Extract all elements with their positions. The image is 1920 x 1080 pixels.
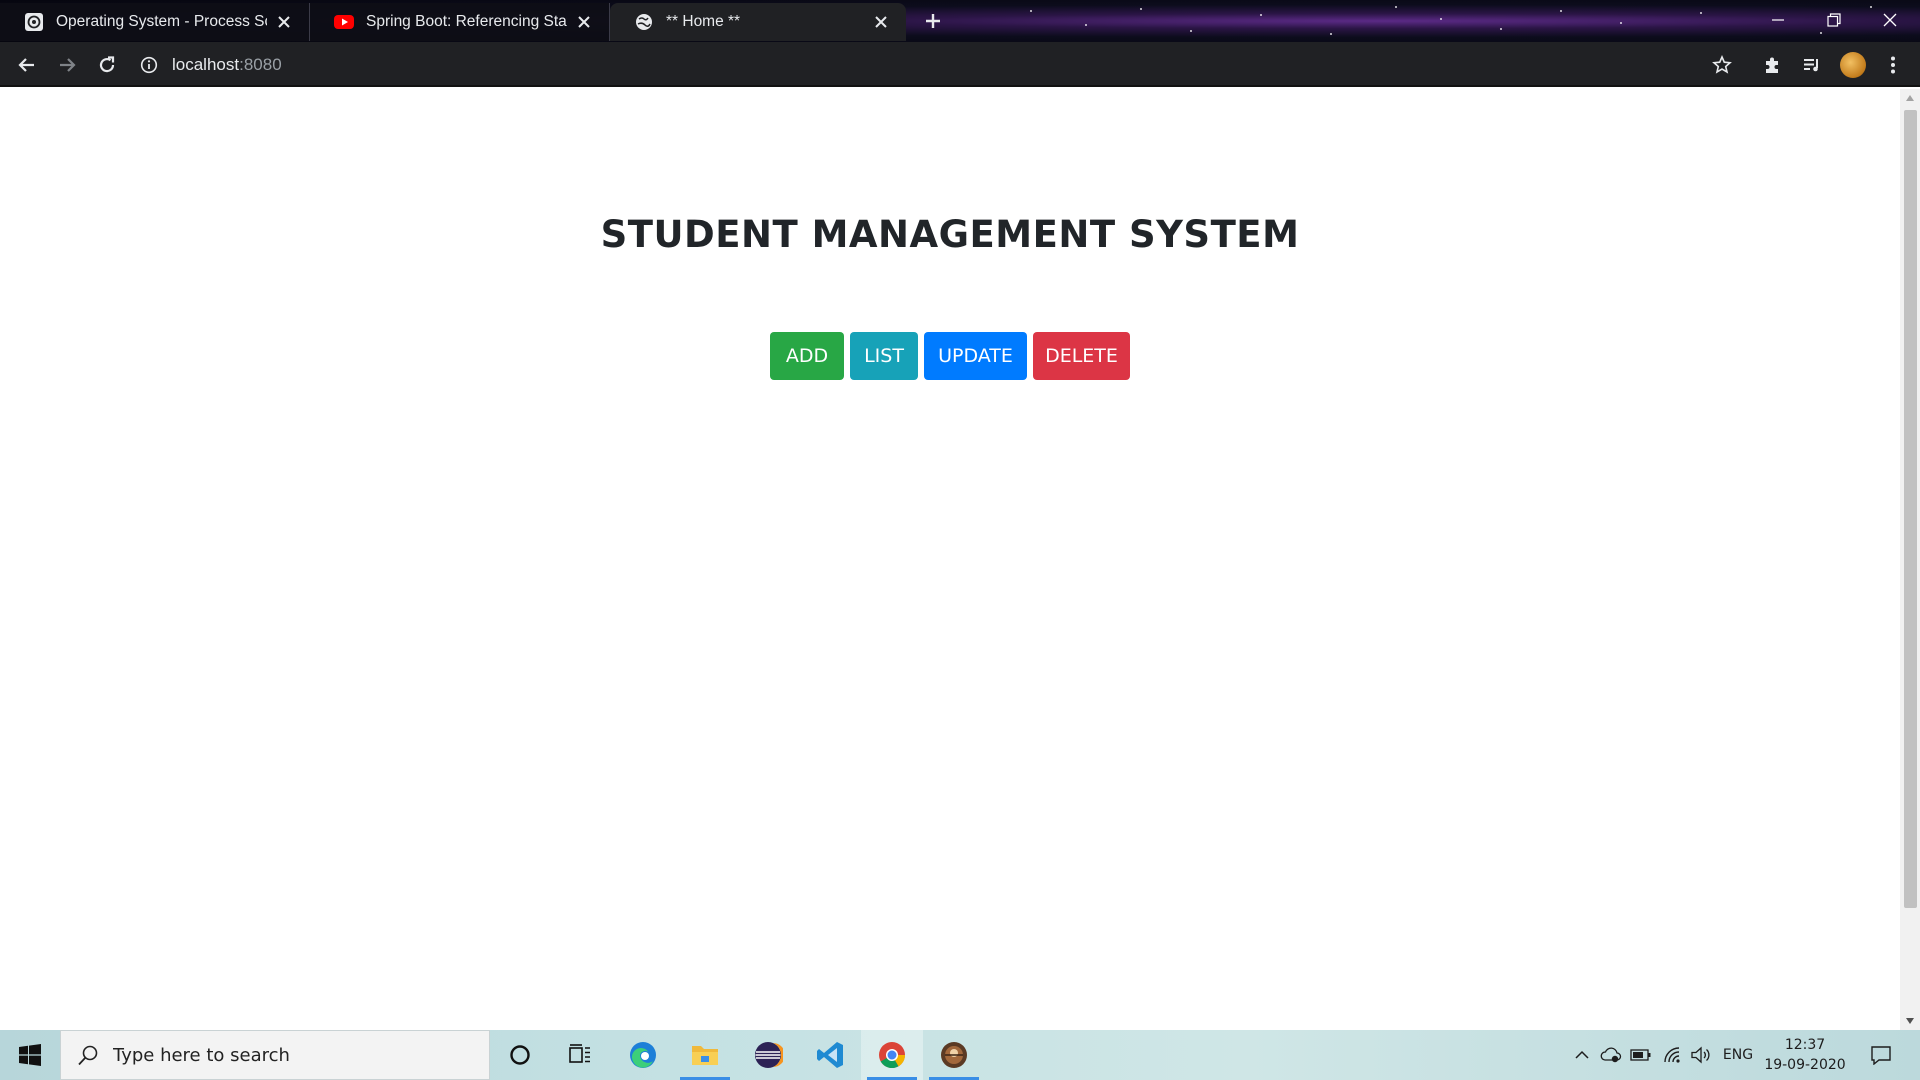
tab-title: Spring Boot: Referencing Static C (366, 13, 567, 30)
file-explorer-button[interactable] (674, 1030, 736, 1080)
tab-title: Operating System - Process Sche (56, 13, 267, 30)
chrome-button[interactable] (861, 1030, 923, 1080)
show-hidden-icons-button[interactable] (1570, 1030, 1594, 1080)
action-buttons: ADD LIST UPDATE DELETE (0, 332, 1900, 380)
arrow-left-icon (18, 58, 34, 72)
browser-toolbar: localhost:8080 (0, 42, 1920, 87)
delete-button[interactable]: DELETE (1033, 332, 1130, 380)
add-button[interactable]: ADD (770, 332, 844, 380)
restore-button[interactable] (1806, 0, 1862, 40)
media-control-button[interactable] (1795, 48, 1829, 82)
scrollbar-thumb[interactable] (1904, 110, 1917, 908)
volume-tray[interactable] (1688, 1030, 1714, 1080)
onedrive-tray[interactable] (1598, 1030, 1624, 1080)
browser-tab-strip: Operating System - Process Sche Spring B… (0, 0, 1920, 42)
close-icon[interactable] (575, 13, 593, 31)
back-button[interactable] (10, 48, 44, 82)
close-icon[interactable] (275, 13, 293, 31)
task-view-icon (569, 1044, 590, 1063)
restore-icon (1827, 13, 1841, 27)
plus-icon (926, 14, 940, 28)
vscode-icon (817, 1042, 843, 1068)
tab-spring-boot[interactable]: Spring Boot: Referencing Static C (310, 3, 610, 41)
battery-tray[interactable] (1628, 1030, 1654, 1080)
app-button[interactable] (923, 1030, 985, 1080)
minimize-icon (1772, 19, 1784, 21)
globe-icon (634, 12, 654, 32)
puzzle-icon (1766, 57, 1778, 73)
scroll-up-arrow[interactable] (1900, 91, 1920, 105)
input-language[interactable]: ENG (1718, 1030, 1758, 1080)
speaker-icon (1691, 1046, 1710, 1064)
forward-button[interactable] (50, 48, 84, 82)
close-window-button[interactable] (1862, 0, 1918, 40)
youtube-icon (334, 12, 354, 32)
eclipse-button[interactable] (737, 1030, 799, 1080)
cortana-icon (510, 1045, 530, 1065)
windows-taskbar: ENG 12:37 19-09-2020 (0, 1030, 1920, 1080)
search-input[interactable] (113, 1044, 433, 1066)
info-icon[interactable] (140, 56, 158, 74)
close-icon (1883, 13, 1897, 27)
minimize-button[interactable] (1750, 0, 1806, 40)
eclipse-icon (755, 1042, 783, 1068)
cortana-button[interactable] (489, 1030, 551, 1080)
start-button[interactable] (0, 1030, 60, 1080)
action-center-button[interactable] (1862, 1030, 1900, 1080)
clock[interactable]: 12:37 19-09-2020 (1764, 1035, 1846, 1075)
tab-operating-system[interactable]: Operating System - Process Sche (0, 3, 310, 41)
clock-date: 19-09-2020 (1764, 1057, 1846, 1073)
windows-logo-icon (19, 1044, 41, 1066)
update-button[interactable]: UPDATE (924, 332, 1027, 380)
wifi-icon (1664, 1047, 1680, 1063)
url-port: :8080 (239, 55, 282, 74)
page-title: STUDENT MANAGEMENT SYSTEM (600, 213, 1300, 256)
page-content: STUDENT MANAGEMENT SYSTEM ADD LIST UPDAT… (0, 89, 1900, 1030)
vscode-button[interactable] (799, 1030, 861, 1080)
bookmark-button[interactable] (1705, 48, 1739, 82)
chrome-icon (879, 1042, 906, 1069)
url-host: localhost (172, 55, 240, 74)
edge-icon (630, 1042, 656, 1068)
clock-time: 12:37 (1784, 1037, 1826, 1053)
profile-button[interactable] (1836, 48, 1870, 82)
arrow-right-icon (60, 58, 76, 72)
file-explorer-icon (692, 1046, 718, 1065)
reload-icon (99, 56, 115, 73)
extensions-button[interactable] (1755, 48, 1789, 82)
scroll-down-arrow[interactable] (1900, 1014, 1920, 1028)
tab-title: ** Home ** (666, 13, 741, 30)
edge-button[interactable] (612, 1030, 674, 1080)
taskbar-search[interactable] (60, 1030, 490, 1080)
tab-home[interactable]: ** Home ** (610, 3, 906, 41)
globe-gear-icon (24, 12, 44, 32)
triangle-down-icon (1906, 1018, 1914, 1024)
app-icon (941, 1042, 967, 1068)
search-icon (78, 1045, 98, 1066)
cloud-sync-icon (1600, 1047, 1622, 1063)
menu-button[interactable] (1876, 48, 1910, 82)
kebab-menu-icon (1891, 56, 1895, 74)
star-icon (1712, 55, 1732, 74)
notification-icon (1871, 1046, 1891, 1065)
avatar (1840, 52, 1866, 78)
task-view-button[interactable] (549, 1030, 611, 1080)
battery-icon (1630, 1049, 1651, 1061)
network-tray[interactable] (1660, 1030, 1686, 1080)
list-button[interactable]: LIST (850, 332, 918, 380)
new-tab-button[interactable] (916, 6, 950, 36)
vertical-scrollbar[interactable] (1900, 89, 1920, 1030)
address-bar[interactable]: localhost:8080 (140, 50, 1700, 80)
chevron-up-icon (1575, 1050, 1589, 1059)
playlist-icon (1804, 59, 1818, 72)
reload-button[interactable] (90, 48, 124, 82)
triangle-up-icon (1906, 95, 1914, 101)
close-icon[interactable] (872, 13, 890, 31)
